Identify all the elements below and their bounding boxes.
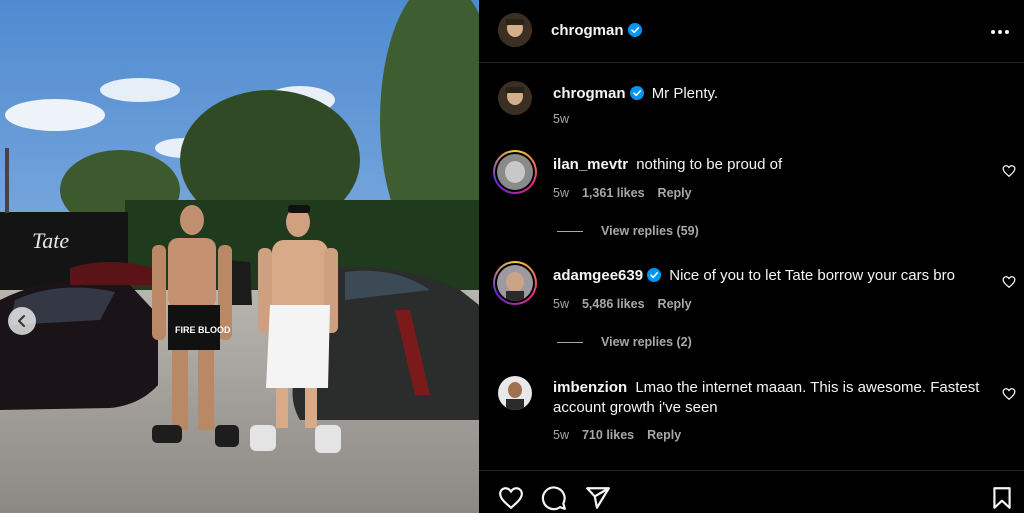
comment-likes[interactable]: 5,486 likes <box>582 297 645 311</box>
view-replies-label: View replies (2) <box>601 335 692 349</box>
bookmark-icon[interactable] <box>989 485 1015 511</box>
view-replies-label: View replies (59) <box>601 224 699 238</box>
avatar-image <box>498 13 532 47</box>
author-avatar[interactable] <box>498 13 532 47</box>
verified-badge-icon <box>647 268 662 282</box>
comment-likes[interactable]: 1,361 likes <box>582 186 645 200</box>
avatar-image <box>497 265 533 301</box>
reply-button[interactable]: Reply <box>658 297 692 311</box>
chevron-left-icon <box>18 315 25 327</box>
comment-text: ilan_mevtr nothing to be proud of <box>553 155 782 175</box>
heart-icon[interactable] <box>1002 387 1016 401</box>
comment-avatar[interactable] <box>493 261 537 305</box>
heart-icon[interactable] <box>1002 275 1016 289</box>
comment-username-text: adamgee639 <box>553 267 644 284</box>
post-actions-bar <box>479 470 1024 513</box>
post-header: chrogman <box>479 0 1024 63</box>
comment-avatar[interactable] <box>498 376 532 410</box>
share-icon[interactable] <box>585 485 611 511</box>
caption-avatar[interactable] <box>498 81 532 115</box>
more-options-button[interactable] <box>988 20 1012 44</box>
comment-body-line2: account growth i've seen <box>553 399 718 416</box>
heart-icon[interactable] <box>1002 164 1016 178</box>
caption-meta: 5w <box>553 112 569 126</box>
view-replies-button[interactable]: View replies (2) <box>557 335 692 349</box>
comment-text: adamgee639 Nice of you to let Tate borro… <box>553 266 955 286</box>
comment-username[interactable]: adamgee639 <box>553 267 662 284</box>
comment-body-line1: Lmao the internet maaan. This is awesome… <box>635 379 980 396</box>
tate-sign-text: Tate <box>32 228 69 253</box>
comment-time: 5w <box>553 428 569 442</box>
caption-username-text: chrogman <box>553 85 626 102</box>
post-image: Tate FIRE BLOOD <box>0 0 479 513</box>
avatar-image <box>498 81 532 115</box>
reply-button[interactable]: Reply <box>658 186 692 200</box>
comment-time: 5w <box>553 297 569 311</box>
comment-avatar[interactable] <box>493 150 537 194</box>
comment-likes[interactable]: 710 likes <box>582 428 634 442</box>
divider-line <box>557 341 583 343</box>
comment-icon[interactable] <box>541 485 567 511</box>
comment-body: Nice of you to let Tate borrow your cars… <box>669 267 955 284</box>
reply-button[interactable]: Reply <box>647 428 681 442</box>
verified-badge-icon <box>629 86 644 100</box>
caption-time: 5w <box>553 112 569 126</box>
comment-username[interactable]: imbenzion <box>553 379 627 396</box>
comment-time: 5w <box>553 186 569 200</box>
caption-username[interactable]: chrogman <box>553 85 644 102</box>
comment-username[interactable]: ilan_mevtr <box>553 156 628 173</box>
more-options-icon <box>991 30 1009 34</box>
author-username[interactable]: chrogman <box>551 22 642 39</box>
comment-meta: 5w 1,361 likes Reply <box>553 186 692 200</box>
verified-badge-icon <box>627 23 642 37</box>
divider-line <box>557 230 583 232</box>
comment-meta: 5w 5,486 likes Reply <box>553 297 692 311</box>
comment-body: nothing to be proud of <box>636 156 783 173</box>
caption-body: Mr Plenty. <box>651 85 719 102</box>
avatar-image <box>497 154 533 190</box>
heart-icon[interactable] <box>498 485 524 511</box>
author-username-text: chrogman <box>551 22 624 39</box>
view-replies-button[interactable]: View replies (59) <box>557 224 699 238</box>
post-details-panel: chrogman chrogman Mr Plenty. 5w ilan_mev… <box>479 0 1024 513</box>
photo-scene: Tate FIRE BLOOD <box>0 0 479 513</box>
shorts-text: FIRE BLOOD <box>175 325 231 335</box>
previous-image-button[interactable] <box>8 307 36 335</box>
avatar-image <box>498 376 532 410</box>
comment-text: imbenzion Lmao the internet maaan. This … <box>553 378 993 418</box>
comment-meta: 5w 710 likes Reply <box>553 428 681 442</box>
caption-text: chrogman Mr Plenty. <box>553 84 718 104</box>
